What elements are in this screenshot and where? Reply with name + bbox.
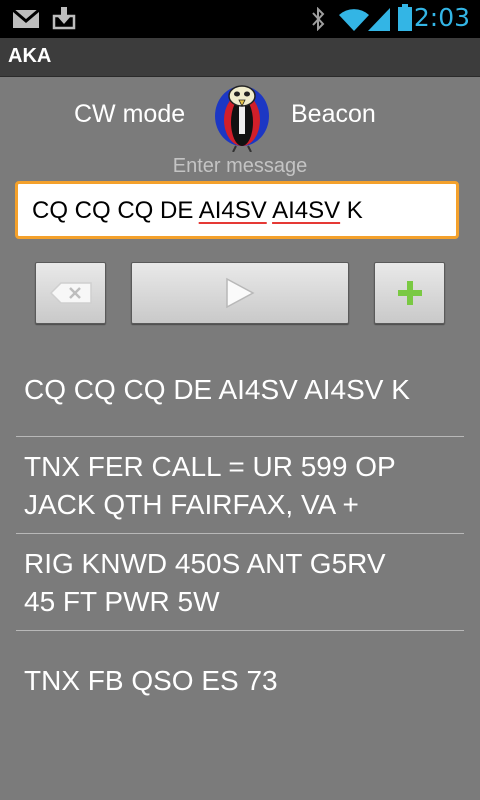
divider bbox=[16, 436, 464, 437]
backspace-icon bbox=[49, 282, 92, 304]
divider bbox=[16, 630, 464, 631]
status-bar: 2:03 bbox=[0, 0, 480, 38]
play-icon bbox=[226, 277, 255, 309]
message-input[interactable]: CQ CQ CQ DE AI4SV AI4SV K bbox=[15, 181, 459, 239]
list-item-line: TNX FER CALL = UR 599 OP bbox=[24, 451, 396, 482]
beacon-label[interactable]: Beacon bbox=[291, 100, 376, 129]
clear-button[interactable] bbox=[35, 262, 106, 324]
list-item[interactable]: CQ CQ CQ DE AI4SV AI4SV K bbox=[0, 371, 480, 409]
app-title: AKA bbox=[8, 45, 52, 67]
list-item-line: TNX FB QSO ES 73 bbox=[24, 665, 278, 696]
list-item-line: RIG KNWD 450S ANT G5RV bbox=[24, 548, 386, 579]
battery-icon bbox=[398, 4, 412, 31]
message-text-misspelled: AI4SV bbox=[198, 197, 267, 224]
list-item[interactable]: TNX FB QSO ES 73 bbox=[0, 662, 480, 700]
bird-mascot-logo bbox=[215, 85, 269, 152]
play-button[interactable] bbox=[131, 262, 349, 324]
list-item[interactable]: TNX FER CALL = UR 599 OP JACK QTH FAIRFA… bbox=[0, 448, 480, 524]
list-item-line: 45 FT PWR 5W bbox=[24, 586, 220, 617]
signal-icon bbox=[368, 8, 390, 31]
message-hint: Enter message bbox=[172, 155, 308, 177]
message-text-part: CQ CQ CQ DE bbox=[32, 197, 199, 224]
message-text-misspelled: AI4SV bbox=[272, 197, 341, 224]
plus-icon bbox=[397, 281, 422, 305]
cw-mode-label[interactable]: CW mode bbox=[74, 100, 185, 129]
list-item-line: JACK QTH FAIRFAX, VA + bbox=[24, 489, 359, 520]
clock: 2:03 bbox=[413, 3, 470, 32]
download-icon bbox=[52, 7, 76, 30]
divider bbox=[16, 533, 464, 534]
list-item[interactable]: RIG KNWD 450S ANT G5RV 45 FT PWR 5W bbox=[0, 545, 480, 621]
list-item-line: CQ CQ CQ DE AI4SV AI4SV K bbox=[24, 374, 410, 405]
message-text-part: K bbox=[340, 197, 363, 224]
add-message-button[interactable] bbox=[374, 262, 445, 324]
title-bar: AKA bbox=[0, 38, 480, 77]
gmail-icon bbox=[12, 9, 40, 28]
bluetooth-icon bbox=[312, 7, 325, 31]
